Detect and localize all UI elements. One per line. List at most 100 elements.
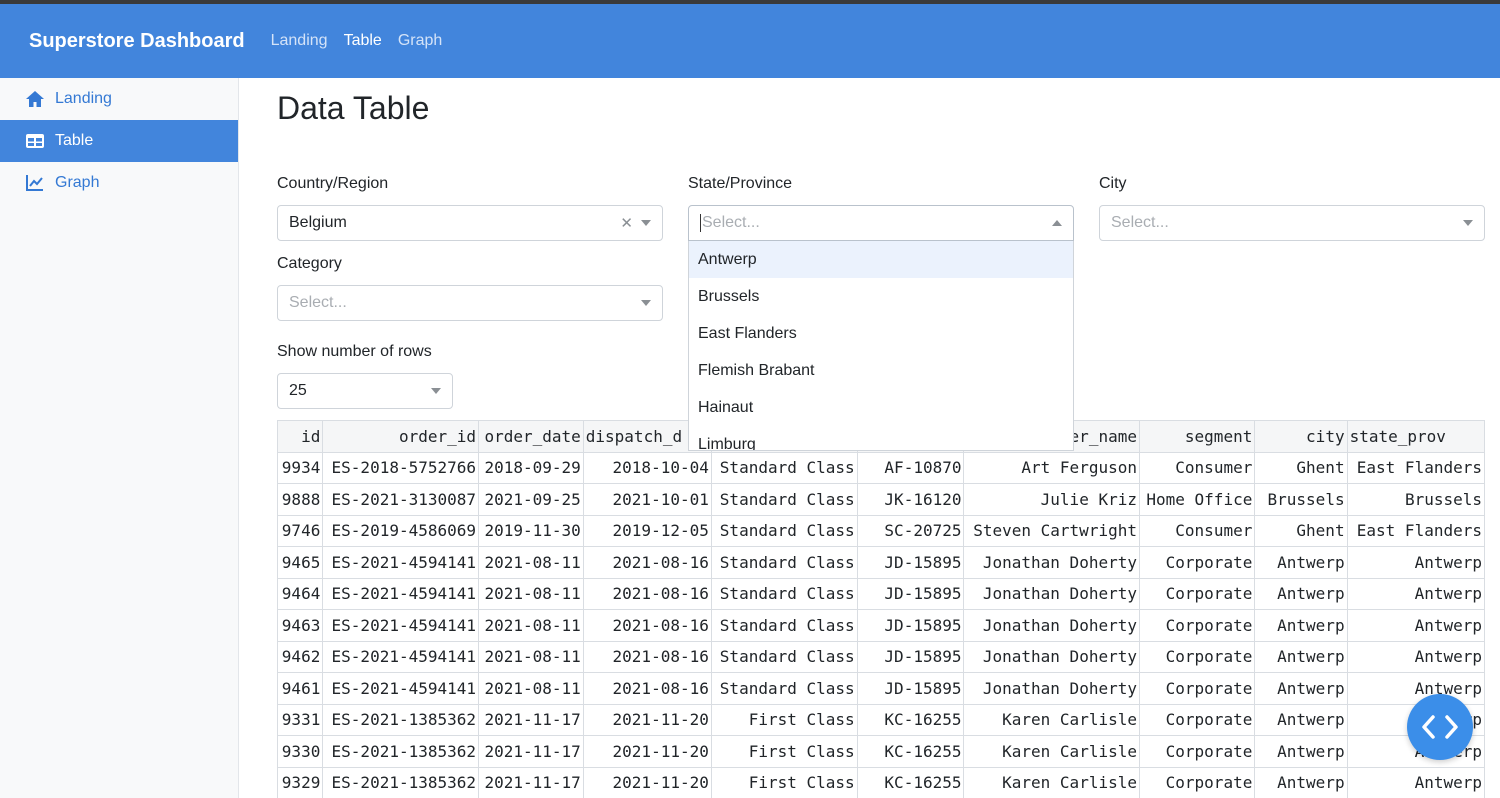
rows-value: 25	[289, 382, 307, 399]
brand[interactable]: Superstore Dashboard	[29, 30, 245, 53]
table-cell: Antwerp	[1346, 672, 1485, 705]
table-cell: Ghent	[1254, 514, 1348, 547]
table-cell: 2019-12-05	[582, 514, 712, 547]
table-cell: ES-2021-1385362	[322, 735, 480, 768]
table-cell: First Class	[710, 766, 858, 798]
table-row: 9463 ES-2021-4594141 2021-08-11 2021-08-16 S…	[277, 609, 1485, 642]
chevron-down-icon[interactable]	[641, 300, 651, 306]
table-cell: 2021-08-11	[478, 546, 584, 579]
table-cell: ES-2021-1385362	[322, 766, 480, 798]
country-select[interactable]: Belgium ✕	[277, 205, 663, 241]
table-cell: Jonathan Doherty	[963, 672, 1140, 705]
sidebar-item-graph[interactable]: Graph	[0, 162, 238, 204]
table-cell: Corporate	[1138, 546, 1256, 579]
table-cell: 9888	[277, 483, 324, 516]
table-cell: Antwerp	[1254, 609, 1348, 642]
table-cell: 2021-11-17	[478, 766, 584, 798]
table-cell: Corporate	[1138, 640, 1256, 673]
table-cell: Corporate	[1138, 609, 1256, 642]
table-cell: Jonathan Doherty	[963, 640, 1140, 673]
table-cell: 2021-08-16	[582, 546, 712, 579]
table-cell: ES-2021-1385362	[322, 703, 480, 736]
category-select[interactable]: Select...	[277, 285, 663, 321]
table-cell: 9461	[277, 672, 324, 705]
table-cell: Standard Class	[710, 577, 858, 610]
table-cell: 9934	[277, 451, 324, 484]
table-cell: 9331	[277, 703, 324, 736]
code-icon	[1422, 715, 1458, 739]
table-cell: Antwerp	[1254, 735, 1348, 768]
column-header[interactable]: id	[277, 420, 324, 453]
table-cell: East Flanders	[1346, 514, 1485, 547]
sidebar: Landing Table Graph	[0, 78, 239, 798]
sidebar-item-table[interactable]: Table	[0, 120, 238, 162]
rows-label: Show number of rows	[277, 343, 432, 360]
navbar: Superstore Dashboard Landing Table Graph	[0, 4, 1500, 78]
table-cell: Standard Class	[710, 451, 858, 484]
table-cell: ES-2021-4594141	[322, 546, 480, 579]
table-cell: Karen Carlisle	[963, 703, 1140, 736]
table-cell: Antwerp	[1254, 640, 1348, 673]
table-cell: KC-16255	[856, 735, 965, 768]
nav-link-table[interactable]: Table	[344, 32, 382, 50]
table-cell: Antwerp	[1346, 609, 1485, 642]
table-cell: Karen Carlisle	[963, 766, 1140, 798]
table-cell: Antwerp	[1254, 672, 1348, 705]
text-cursor	[700, 214, 701, 232]
city-select[interactable]: Select...	[1099, 205, 1485, 241]
table-cell: Brussels	[1346, 483, 1485, 516]
dropdown-option-antwerp[interactable]: Antwerp	[689, 241, 1073, 278]
table-cell: SC-20725	[856, 514, 965, 547]
table-cell: ES-2019-4586069	[322, 514, 480, 547]
dropdown-option-east-flanders[interactable]: East Flanders	[689, 315, 1073, 352]
data-table-container[interactable]: id order_id order_date dispatch_d omer_n…	[277, 420, 1485, 798]
sidebar-item-label: Graph	[55, 174, 100, 191]
column-header[interactable]: order_id	[322, 420, 480, 453]
country-value: Belgium	[289, 214, 347, 231]
table-cell: Antwerp	[1346, 640, 1485, 673]
table-cell: 2019-11-30	[478, 514, 584, 547]
dropdown-option-flemish-brabant[interactable]: Flemish Brabant	[689, 352, 1073, 389]
table-cell: 2021-08-11	[478, 640, 584, 673]
table-cell: Art Ferguson	[963, 451, 1140, 484]
table-cell: 2018-09-29	[478, 451, 584, 484]
column-header[interactable]: city	[1254, 420, 1348, 453]
state-select[interactable]: Select...	[688, 205, 1074, 241]
table-cell: Corporate	[1138, 703, 1256, 736]
column-header[interactable]: segment	[1138, 420, 1256, 453]
table-cell: ES-2021-4594141	[322, 672, 480, 705]
table-cell: Standard Class	[710, 546, 858, 579]
category-placeholder: Select...	[289, 294, 347, 311]
column-header[interactable]: state_prov	[1346, 420, 1485, 453]
table-cell: ES-2021-3130087	[322, 483, 480, 516]
table-cell: 2021-11-20	[582, 703, 712, 736]
dropdown-option-brussels[interactable]: Brussels	[689, 278, 1073, 315]
table-cell: Home Office	[1138, 483, 1256, 516]
table-cell: Standard Class	[710, 672, 858, 705]
column-header[interactable]: order_date	[478, 420, 584, 453]
code-toggle-button[interactable]	[1407, 694, 1473, 760]
clear-icon[interactable]: ✕	[620, 214, 633, 232]
rows-select[interactable]: 25	[277, 373, 453, 409]
table-cell: Jonathan Doherty	[963, 577, 1140, 610]
table-cell: 2021-08-11	[478, 577, 584, 610]
nav-link-graph[interactable]: Graph	[398, 32, 442, 50]
dropdown-option-hainaut[interactable]: Hainaut	[689, 389, 1073, 426]
table-cell: Brussels	[1254, 483, 1348, 516]
table-row: 9934 ES-2018-5752766 2018-09-29 2018-10-04 S…	[277, 451, 1485, 484]
chevron-down-icon[interactable]	[641, 220, 651, 226]
chevron-down-icon[interactable]	[431, 388, 441, 394]
city-label: City	[1099, 175, 1127, 192]
chart-line-icon	[26, 175, 43, 191]
table-cell: Karen Carlisle	[963, 735, 1140, 768]
sidebar-item-landing[interactable]: Landing	[0, 78, 238, 120]
table-row: 9746 ES-2019-4586069 2019-11-30 2019-12-05 S…	[277, 514, 1485, 547]
table-cell: Julie Kriz	[963, 483, 1140, 516]
table-cell: 9330	[277, 735, 324, 768]
chevron-up-icon[interactable]	[1052, 220, 1062, 226]
nav-link-landing[interactable]: Landing	[271, 32, 328, 50]
table-cell: Antwerp	[1346, 766, 1485, 798]
chevron-down-icon[interactable]	[1463, 220, 1473, 226]
table-row: 9461 ES-2021-4594141 2021-08-11 2021-08-16 S…	[277, 672, 1485, 705]
dropdown-option-limburg[interactable]: Limburg	[689, 426, 1073, 451]
